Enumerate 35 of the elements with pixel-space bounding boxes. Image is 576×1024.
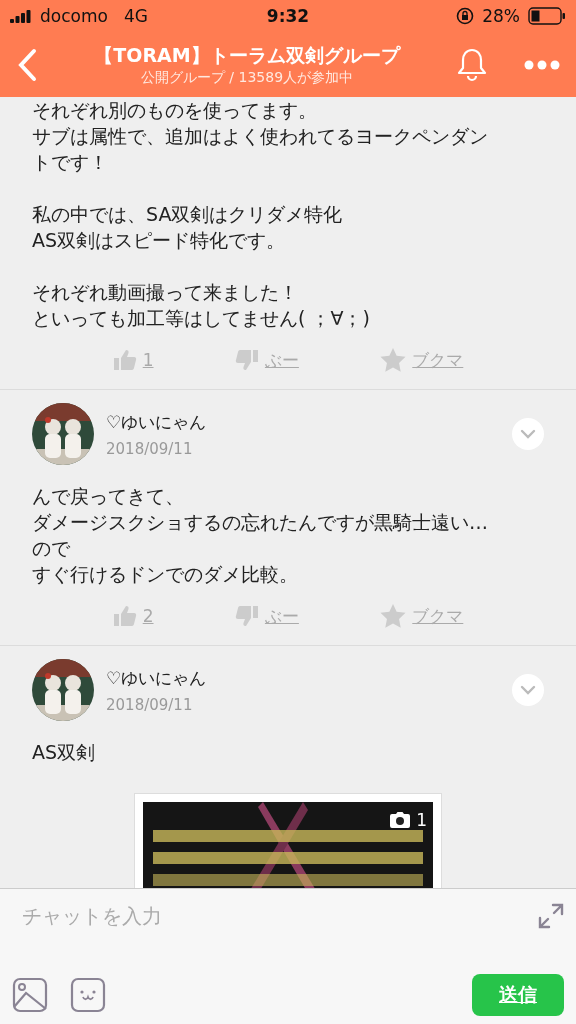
author-name: ♡ゆいにゃん [106, 410, 208, 434]
battery-icon [528, 7, 566, 25]
star-icon [380, 604, 407, 628]
thumbs-down-icon [234, 605, 259, 627]
expand-icon[interactable] [538, 903, 564, 929]
thumbs-down-icon [234, 349, 259, 371]
post-text: それぞれ動画撮って来ました！ といっても加工等はしてません( ；∀；) [32, 280, 371, 331]
post-date: 2018/09/11 [106, 439, 194, 458]
clock-time: 9:32 [266, 6, 310, 26]
post-text: んで戻ってきて、 ダメージスクショするの忘れたんですが黒騎士遠い… ので すぐ行けるドンでのダメ比較。 [32, 484, 489, 587]
group-title: 【TORAM】トーラム双剣グループ [94, 42, 400, 68]
signal-icon [10, 9, 32, 23]
post-date: 2018/09/11 [106, 695, 194, 714]
image-card[interactable]: 1 [134, 793, 442, 888]
chevron-down-icon[interactable] [512, 674, 544, 706]
emoji-icon[interactable] [70, 977, 106, 1013]
post-text: それぞれ別のものを使ってます。 サブは属性で、追加はよく使われてるヨークペンダン トです！ [32, 98, 489, 175]
photo-count: 1 [416, 810, 427, 830]
star-icon [380, 348, 407, 372]
rotation-lock-icon [456, 7, 475, 25]
network-type: 4G [123, 6, 148, 26]
group-subtitle: 公開グループ / 13589人が参加中 [140, 68, 354, 87]
carrier-name: docomo [40, 6, 108, 26]
chat-input[interactable]: チャットを入力 [20, 903, 538, 929]
thumbs-up-icon [112, 349, 137, 371]
image-icon[interactable] [12, 977, 48, 1013]
like-button[interactable]: 2 [106, 603, 160, 629]
send-button[interactable]: 送信 [472, 974, 564, 1016]
post-text: 私の中では、SA双剣はクリダメ特化 AS双剣はスピード特化です。 [32, 202, 344, 253]
chevron-down-icon[interactable] [512, 418, 544, 450]
post-text: AS双剣 [32, 740, 97, 765]
thumbs-up-icon [112, 605, 137, 627]
author-name: ♡ゆいにゃん [106, 666, 208, 690]
battery-percent: 28% [482, 6, 520, 26]
like-button[interactable]: 1 [106, 347, 160, 373]
